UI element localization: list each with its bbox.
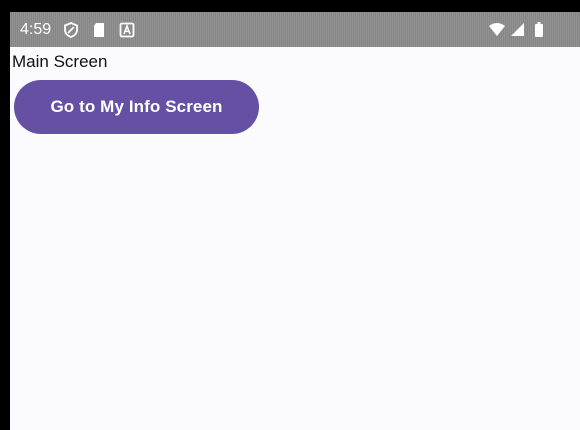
status-time: 4:59: [20, 20, 52, 38]
device-frame: 4:59 Main Screen Go to My Info Screen: [0, 0, 580, 430]
go-to-my-info-button[interactable]: Go to My Info Screen: [14, 80, 259, 134]
shield-icon: [63, 21, 79, 38]
battery-icon: [534, 21, 544, 38]
status-bar-left: 4:59: [20, 12, 147, 47]
sd-card-icon: [91, 22, 107, 38]
a-notification-icon: [119, 22, 135, 38]
status-bar-right: [488, 12, 548, 47]
cell-signal-icon: [510, 22, 526, 38]
app-screen: 4:59 Main Screen Go to My Info Screen: [10, 12, 580, 430]
wifi-icon: [488, 22, 506, 38]
status-bar: 4:59: [10, 12, 580, 47]
main-screen-title: Main Screen: [12, 52, 108, 71]
